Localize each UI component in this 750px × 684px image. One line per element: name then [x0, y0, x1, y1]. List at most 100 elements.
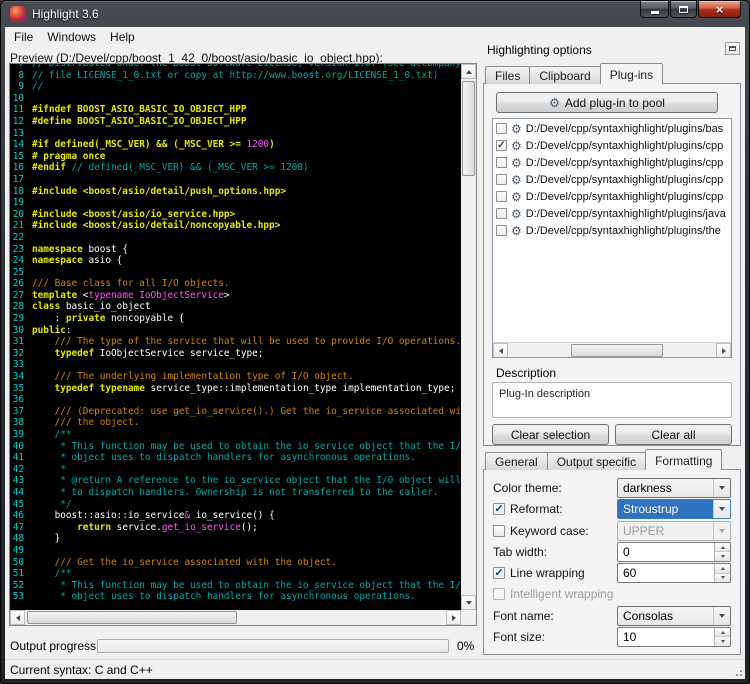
reformat-style-select[interactable]: Stroustrup — [617, 499, 731, 519]
plugin-checkbox[interactable] — [496, 208, 507, 219]
spinner-down-button[interactable] — [715, 574, 730, 583]
code-line: 17 — [10, 174, 461, 186]
clear-all-button[interactable]: Clear all — [615, 424, 732, 445]
add-plugin-button-label: Add plug-in to pool — [565, 96, 665, 110]
dock-float-button[interactable] — [725, 42, 740, 55]
plugin-list-item[interactable]: ⚙D:/Devel/cpp/syntaxhighlight/plugins/ja… — [493, 205, 731, 222]
editor-horizontal-scrollbar[interactable] — [10, 610, 461, 625]
dropdown-button[interactable] — [713, 479, 730, 497]
code-line: 23namespace boost { — [10, 244, 461, 256]
scroll-left-button[interactable] — [10, 610, 25, 625]
dropdown-button — [713, 522, 730, 540]
font-name-select[interactable]: Consolas — [617, 606, 731, 626]
code-line: 27template <typename IoObjectService> — [10, 290, 461, 302]
menu-item-windows[interactable]: Windows — [40, 27, 103, 47]
plugin-list-item[interactable]: ⚙D:/Devel/cpp/syntaxhighlight/plugins/th… — [493, 222, 731, 239]
code-line: 19 — [10, 197, 461, 209]
horizontal-scroll-thumb[interactable] — [27, 611, 237, 624]
color-theme-select[interactable]: darkness — [617, 478, 731, 498]
editor-vertical-scrollbar[interactable] — [461, 64, 476, 610]
code-line: 29 : private noncopyable { — [10, 313, 461, 325]
keyword-case-label: Keyword case: — [510, 524, 589, 538]
minimize-icon — [651, 11, 659, 14]
plugin-list-item[interactable]: ⚙D:/Devel/cpp/syntaxhighlight/plugins/cp… — [493, 154, 731, 171]
scroll-right-button[interactable] — [446, 610, 461, 625]
vertical-scroll-thumb[interactable] — [462, 81, 475, 176]
font-size-spinner[interactable]: 10 — [617, 627, 731, 647]
code-line: 14#if defined(_MSC_VER) && (_MSC_VER >= … — [10, 139, 461, 151]
code-area[interactable]: 7// Distributed under the Boost Software… — [10, 64, 461, 610]
code-line: 28class basic_io_object — [10, 301, 461, 313]
app-window: Highlight 3.6 × FileWindowsHelp Preview … — [0, 0, 750, 684]
code-editor[interactable]: 7// Distributed under the Boost Software… — [9, 63, 477, 626]
spinner-up-button[interactable] — [715, 543, 730, 553]
line-wrapping-spinner[interactable]: 60 — [617, 563, 731, 583]
scroll-down-button[interactable] — [461, 595, 476, 610]
menu-item-help[interactable]: Help — [103, 27, 142, 47]
spinner-down-button[interactable] — [715, 552, 730, 561]
scroll-left-button[interactable] — [493, 343, 508, 358]
plugin-list-item[interactable]: ⚙D:/Devel/cpp/syntaxhighlight/plugins/cp… — [493, 171, 731, 188]
tab-general[interactable]: General — [485, 452, 548, 470]
dock-header[interactable]: Highlighting options — [483, 41, 743, 59]
reformat-checkbox[interactable]: ✓ — [493, 503, 505, 515]
maximize-button[interactable] — [670, 1, 697, 18]
tab-output-specific[interactable]: Output specific — [547, 452, 646, 470]
code-line: 53 * object uses to dispatch handlers fo… — [10, 591, 461, 603]
plugin-checkbox[interactable]: ✓ — [496, 140, 507, 151]
line-wrapping-checkbox[interactable]: ✓ — [493, 567, 505, 579]
tab-formatting[interactable]: Formatting — [645, 449, 722, 470]
gear-icon: ⚙ — [511, 208, 522, 220]
plugin-checkbox[interactable] — [496, 174, 507, 185]
tab-width-spinner[interactable]: 0 — [617, 542, 731, 562]
code-line: 24namespace asio { — [10, 255, 461, 267]
plugin-list-item[interactable]: ✓⚙D:/Devel/cpp/syntaxhighlight/plugins/c… — [493, 137, 731, 154]
arrow-left-icon — [499, 348, 503, 354]
arrow-down-icon — [721, 640, 725, 643]
maximize-icon — [679, 6, 688, 13]
output-progress-bar — [97, 639, 449, 653]
scroll-up-button[interactable] — [461, 64, 476, 79]
plugin-checkbox[interactable] — [496, 191, 507, 202]
titlebar[interactable]: Highlight 3.6 × — [1, 1, 749, 27]
spinner-up-button[interactable] — [715, 564, 730, 574]
spinner-up-button[interactable] — [715, 628, 730, 638]
plugin-list[interactable]: ⚙D:/Devel/cpp/syntaxhighlight/plugins/ba… — [492, 118, 732, 358]
code-line: 43 * @return A reference to the io_servi… — [10, 475, 461, 487]
tab-clipboard[interactable]: Clipboard — [529, 66, 600, 84]
code-line: 50 /// Get the io_service associated wit… — [10, 557, 461, 569]
arrow-up-icon — [721, 631, 725, 634]
code-line: 21#include <boost/asio/detail/noncopyabl… — [10, 220, 461, 232]
close-button[interactable]: × — [698, 1, 741, 18]
dropdown-button[interactable] — [713, 500, 730, 518]
gear-icon: ⚙ — [511, 174, 522, 186]
spinner-down-button[interactable] — [715, 637, 730, 646]
menu-item-file[interactable]: File — [7, 27, 40, 47]
intelligent-wrapping-checkbox — [493, 588, 505, 600]
code-line: 42 * — [10, 464, 461, 476]
code-line: 32 typedef IoObjectService service_type; — [10, 348, 461, 360]
horizontal-scroll-thumb[interactable] — [571, 344, 663, 357]
clear-selection-button[interactable]: Clear selection — [492, 424, 609, 445]
plugin-list-horizontal-scrollbar[interactable] — [493, 342, 731, 357]
plugin-list-item[interactable]: ⚙D:/Devel/cpp/syntaxhighlight/plugins/cp… — [493, 188, 731, 205]
resize-grip[interactable] — [731, 665, 744, 678]
dropdown-button[interactable] — [713, 607, 730, 625]
line-wrapping-label: Line wrapping — [510, 566, 585, 580]
plugin-checkbox[interactable] — [496, 225, 507, 236]
code-line: 41 * object uses to dispatch handlers fo… — [10, 452, 461, 464]
plugin-checkbox[interactable] — [496, 123, 507, 134]
statusbar: Current syntax: C and C++ — [5, 659, 745, 679]
scroll-right-button[interactable] — [716, 343, 731, 358]
minimize-button[interactable] — [640, 1, 669, 18]
keyword-case-checkbox[interactable] — [493, 525, 505, 537]
tab-plug-ins[interactable]: Plug-ins — [600, 63, 663, 84]
code-line: 8// file LICENSE_1_0.txt or copy at http… — [10, 70, 461, 82]
chevron-down-icon — [719, 614, 725, 618]
plugin-list-item[interactable]: ⚙D:/Devel/cpp/syntaxhighlight/plugins/ba… — [493, 120, 731, 137]
tab-width-row: Tab width: 0 — [493, 542, 731, 562]
add-plugin-button[interactable]: ⚙ Add plug-in to pool — [496, 92, 718, 113]
tab-files[interactable]: Files — [485, 66, 530, 84]
float-window-icon — [729, 46, 736, 51]
plugin-checkbox[interactable] — [496, 157, 507, 168]
